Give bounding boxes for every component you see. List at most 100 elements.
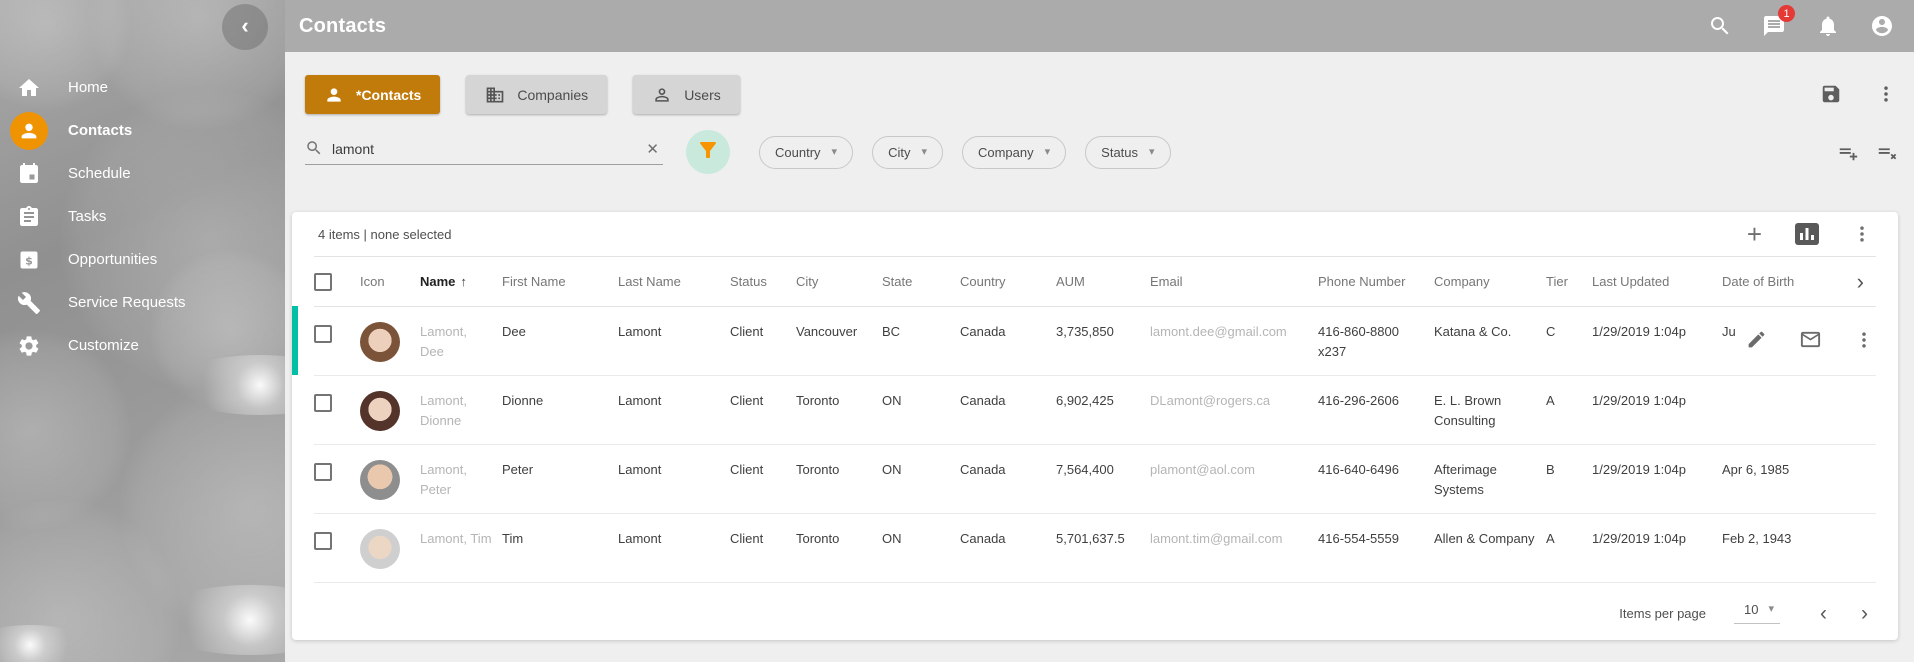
home-icon xyxy=(16,75,42,101)
messages-icon[interactable]: 1 xyxy=(1762,14,1786,38)
filter-pills: Country ▾ City ▾ Company ▾ Status ▾ xyxy=(759,136,1171,169)
table-row[interactable]: Lamont, Dionne Dionne Lamont Client Toro… xyxy=(314,376,1876,445)
row-checkbox[interactable] xyxy=(314,325,332,343)
playlist-add-icon[interactable] xyxy=(1837,141,1859,163)
column-header-last-updated[interactable]: Last Updated xyxy=(1592,257,1722,307)
messages-badge: 1 xyxy=(1778,5,1795,22)
list-options-kebab-icon[interactable] xyxy=(1852,224,1872,244)
cell-dob: Feb 2, 1943 xyxy=(1722,514,1806,583)
sidebar-item-opportunities[interactable]: $ Opportunities xyxy=(0,238,285,281)
cell-status: Client xyxy=(730,445,796,514)
search-input[interactable]: lamont ✕ xyxy=(305,139,663,165)
row-checkbox[interactable] xyxy=(314,394,332,412)
cell-aum: 5,701,637.5 xyxy=(1056,514,1150,583)
next-page-icon[interactable]: › xyxy=(1861,603,1868,624)
account-avatar-icon[interactable] xyxy=(1870,14,1894,38)
chart-view-icon[interactable] xyxy=(1794,222,1820,246)
page-size-select[interactable]: 10 ▾ xyxy=(1734,602,1780,624)
filter-label: City xyxy=(888,145,910,160)
table-row[interactable]: Lamont, Peter Peter Lamont Client Toront… xyxy=(314,445,1876,514)
table-row[interactable]: Lamont, Tim Tim Lamont Client Toronto ON… xyxy=(314,514,1876,583)
search-icon[interactable] xyxy=(1708,14,1732,38)
chevron-down-icon: ▾ xyxy=(832,147,838,158)
sidebar-item-label: Customize xyxy=(68,337,139,354)
clear-search-icon[interactable]: ✕ xyxy=(642,143,663,157)
column-header-status[interactable]: Status xyxy=(730,257,796,307)
row-options-kebab-icon[interactable] xyxy=(1854,330,1874,350)
select-all-checkbox[interactable] xyxy=(314,273,332,291)
playlist-remove-icon[interactable] xyxy=(1876,141,1898,163)
column-header-aum[interactable]: AUM xyxy=(1056,257,1150,307)
scroll-columns-right-icon[interactable]: › xyxy=(1857,269,1864,294)
sidebar-item-contacts[interactable]: Contacts xyxy=(0,109,285,152)
column-header-name[interactable]: Name↑ xyxy=(420,257,502,307)
filter-label: Status xyxy=(1101,145,1138,160)
column-header-city[interactable]: City xyxy=(796,257,882,307)
pagination-bar: Items per page 10 ▾ ‹ › xyxy=(292,586,1898,640)
sidebar-item-schedule[interactable]: Schedule xyxy=(0,152,285,195)
entity-tabs: *Contacts Companies Users xyxy=(305,75,740,114)
cell-status: Client xyxy=(730,514,796,583)
filter-label: Company xyxy=(978,145,1034,160)
cell-email: DLamont@rogers.ca xyxy=(1150,376,1318,445)
sidebar-item-tasks[interactable]: Tasks xyxy=(0,195,285,238)
sidebar-item-service-requests[interactable]: Service Requests xyxy=(0,281,285,324)
svg-text:$: $ xyxy=(25,254,33,267)
cell-company: E. L. Brown Consulting xyxy=(1434,376,1546,445)
column-header-state[interactable]: State xyxy=(882,257,960,307)
cell-first-name: Tim xyxy=(502,514,618,583)
column-header-tier[interactable]: Tier xyxy=(1546,257,1592,307)
tab-users[interactable]: Users xyxy=(633,75,740,114)
tab-label: Users xyxy=(684,87,721,103)
column-header-last-name[interactable]: Last Name xyxy=(618,257,730,307)
column-header-phone[interactable]: Phone Number xyxy=(1318,257,1434,307)
clipboard-icon xyxy=(16,204,42,230)
cell-country: Canada xyxy=(960,307,1056,376)
filter-city-dropdown[interactable]: City ▾ xyxy=(872,136,943,169)
filter-company-dropdown[interactable]: Company ▾ xyxy=(962,136,1066,169)
tab-companies[interactable]: Companies xyxy=(466,75,607,114)
filter-button[interactable] xyxy=(686,130,730,174)
cell-city: Toronto xyxy=(796,376,882,445)
cell-country: Canada xyxy=(960,445,1056,514)
column-header-country[interactable]: Country xyxy=(960,257,1056,307)
table-row[interactable]: Lamont, Dee Dee Lamont Client Vancouver … xyxy=(314,307,1876,376)
filter-status-dropdown[interactable]: Status ▾ xyxy=(1085,136,1170,169)
cell-name: Lamont, Dee xyxy=(420,307,502,376)
cell-aum: 7,564,400 xyxy=(1056,445,1150,514)
wrench-icon xyxy=(16,290,42,316)
sidebar-item-label: Service Requests xyxy=(68,294,186,311)
row-checkbox[interactable] xyxy=(314,532,332,550)
add-contact-icon[interactable]: + xyxy=(1747,224,1762,244)
cell-status: Client xyxy=(730,307,796,376)
person-outline-icon xyxy=(652,85,672,105)
sidebar-collapse-button[interactable]: ‹ xyxy=(222,4,268,50)
previous-page-icon[interactable]: ‹ xyxy=(1820,603,1827,624)
sort-ascending-icon: ↑ xyxy=(460,274,467,289)
save-view-icon[interactable] xyxy=(1820,83,1842,105)
cell-state: ON xyxy=(882,514,960,583)
sidebar-item-home[interactable]: Home xyxy=(0,66,285,109)
cell-status: Client xyxy=(730,376,796,445)
cell-company: Katana & Co. xyxy=(1434,307,1546,376)
edit-pencil-icon[interactable] xyxy=(1746,329,1767,350)
sidebar-item-label: Schedule xyxy=(68,165,131,182)
chevron-left-icon: ‹ xyxy=(241,15,248,37)
cell-country: Canada xyxy=(960,514,1056,583)
column-header-dob[interactable]: Date of Birth xyxy=(1722,257,1806,307)
email-envelope-icon[interactable] xyxy=(1799,328,1822,351)
chevron-down-icon: ▾ xyxy=(1768,604,1774,615)
tab-contacts[interactable]: *Contacts xyxy=(305,75,440,114)
cell-phone: 416-860-8800 x237 xyxy=(1318,307,1434,376)
column-header-email[interactable]: Email xyxy=(1150,257,1318,307)
filter-country-dropdown[interactable]: Country ▾ xyxy=(759,136,853,169)
page-size-value: 10 xyxy=(1744,602,1758,617)
column-header-first-name[interactable]: First Name xyxy=(502,257,618,307)
notifications-bell-icon[interactable] xyxy=(1816,14,1840,38)
more-options-kebab-icon[interactable] xyxy=(1876,84,1896,104)
chevron-down-icon: ▾ xyxy=(1045,147,1051,158)
cell-state: ON xyxy=(882,376,960,445)
sidebar-item-customize[interactable]: Customize xyxy=(0,324,285,367)
row-checkbox[interactable] xyxy=(314,463,332,481)
column-header-company[interactable]: Company xyxy=(1434,257,1546,307)
